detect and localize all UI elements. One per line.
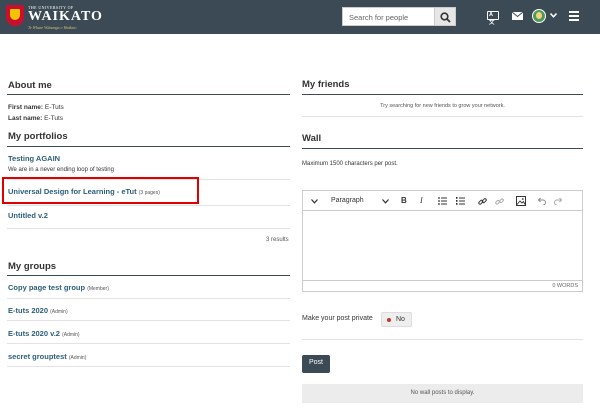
last-name-label: Last name: (8, 115, 43, 122)
divider (7, 320, 290, 321)
highlight-box (2, 177, 199, 204)
divider (7, 275, 290, 276)
groups-heading: My groups (8, 261, 57, 272)
divider (302, 148, 583, 149)
undo-icon[interactable] (537, 197, 546, 205)
word-count: 0 WORDS (303, 280, 582, 292)
first-name-label: First name: (8, 104, 44, 111)
group-link[interactable]: Copy page test group (Member) (8, 283, 109, 292)
divider (7, 343, 290, 344)
wall-max-chars: Maximum 1500 characters per post. (302, 161, 398, 167)
group-name[interactable]: E-tuts 2020 (8, 306, 48, 315)
language-icon[interactable]: A文 (487, 11, 499, 26)
group-role: (Member) (87, 286, 109, 292)
portfolio-link[interactable]: Testing AGAIN (8, 154, 60, 163)
portfolio-description: We are in a never ending loop of testing (8, 167, 114, 173)
university-logo[interactable]: THE UNIVERSITY OF WAIKATO Te Whare Wānan… (6, 4, 116, 31)
group-role: (Admin) (68, 355, 87, 361)
logo-tagline: Te Whare Wānanga o Waikato (28, 25, 77, 30)
friends-message: Try searching for new friends to grow yo… (380, 103, 505, 109)
divider (7, 228, 290, 229)
divider (7, 94, 290, 95)
group-role: (Admin) (62, 332, 80, 338)
friends-heading: My friends (302, 79, 350, 90)
portfolios-heading: My portfolios (8, 131, 68, 142)
divider (302, 339, 583, 340)
group-role: (Admin) (50, 309, 68, 315)
about-me-heading: About me (8, 80, 52, 91)
menu-icon[interactable] (569, 11, 579, 21)
divider (7, 298, 290, 299)
search-icon (440, 12, 451, 23)
link-icon[interactable] (478, 197, 487, 206)
group-name[interactable]: E-tuts 2020 v.2 (8, 329, 60, 338)
image-icon[interactable] (516, 196, 526, 206)
divider (302, 116, 583, 117)
group-link[interactable]: secret grouptest (Admin) (8, 352, 86, 361)
toggle-label: No (396, 316, 405, 323)
wall-heading: Wall (302, 133, 322, 144)
bullet-list-icon[interactable] (438, 197, 447, 205)
group-link[interactable]: E-tuts 2020 v.2 (Admin) (8, 329, 80, 338)
search-button[interactable] (434, 7, 456, 26)
numbered-list-icon[interactable] (456, 197, 465, 205)
top-header: THE UNIVERSITY OF WAIKATO Te Whare Wānan… (0, 0, 600, 34)
results-count: 3 results (266, 237, 289, 243)
chevron-down-icon[interactable] (550, 13, 557, 18)
editor-toolbar: Paragraph B I (303, 191, 582, 211)
first-name-row: First name: E-Tuts (8, 104, 64, 111)
divider (7, 205, 290, 206)
paragraph-select[interactable]: Paragraph (331, 197, 364, 204)
logo-name: WAIKATO (28, 9, 103, 24)
first-name-value: E-Tuts (44, 104, 64, 111)
portfolio-link[interactable]: Untitled v.2 (8, 211, 48, 220)
divider (7, 366, 290, 367)
group-name[interactable]: Copy page test group (8, 283, 85, 292)
search-input[interactable]: Search for people (342, 7, 434, 26)
group-name[interactable]: secret grouptest (8, 352, 67, 361)
no-wall-posts-message: No wall posts to display. (302, 384, 583, 403)
last-name-row: Last name: E-Tuts (8, 115, 63, 122)
private-toggle[interactable]: No (381, 312, 412, 327)
bold-icon[interactable]: B (401, 196, 407, 205)
chevron-down-icon[interactable] (311, 199, 318, 204)
toggle-status-dot (387, 318, 391, 322)
divider (302, 94, 583, 95)
redo-icon[interactable] (554, 197, 563, 205)
last-name-value: E-Tuts (44, 115, 64, 122)
private-label: Make your post private (302, 315, 373, 322)
avatar[interactable] (532, 9, 546, 23)
post-button[interactable]: Post (302, 355, 330, 373)
wall-editor[interactable]: Paragraph B I 0 WORDS (302, 190, 583, 292)
group-link[interactable]: E-tuts 2020 (Admin) (8, 306, 68, 315)
crest-icon (6, 5, 24, 26)
chevron-down-icon[interactable] (382, 199, 389, 204)
divider (7, 146, 290, 147)
unlink-icon[interactable] (495, 197, 504, 206)
mail-icon[interactable] (512, 12, 523, 20)
italic-icon[interactable]: I (420, 196, 423, 205)
